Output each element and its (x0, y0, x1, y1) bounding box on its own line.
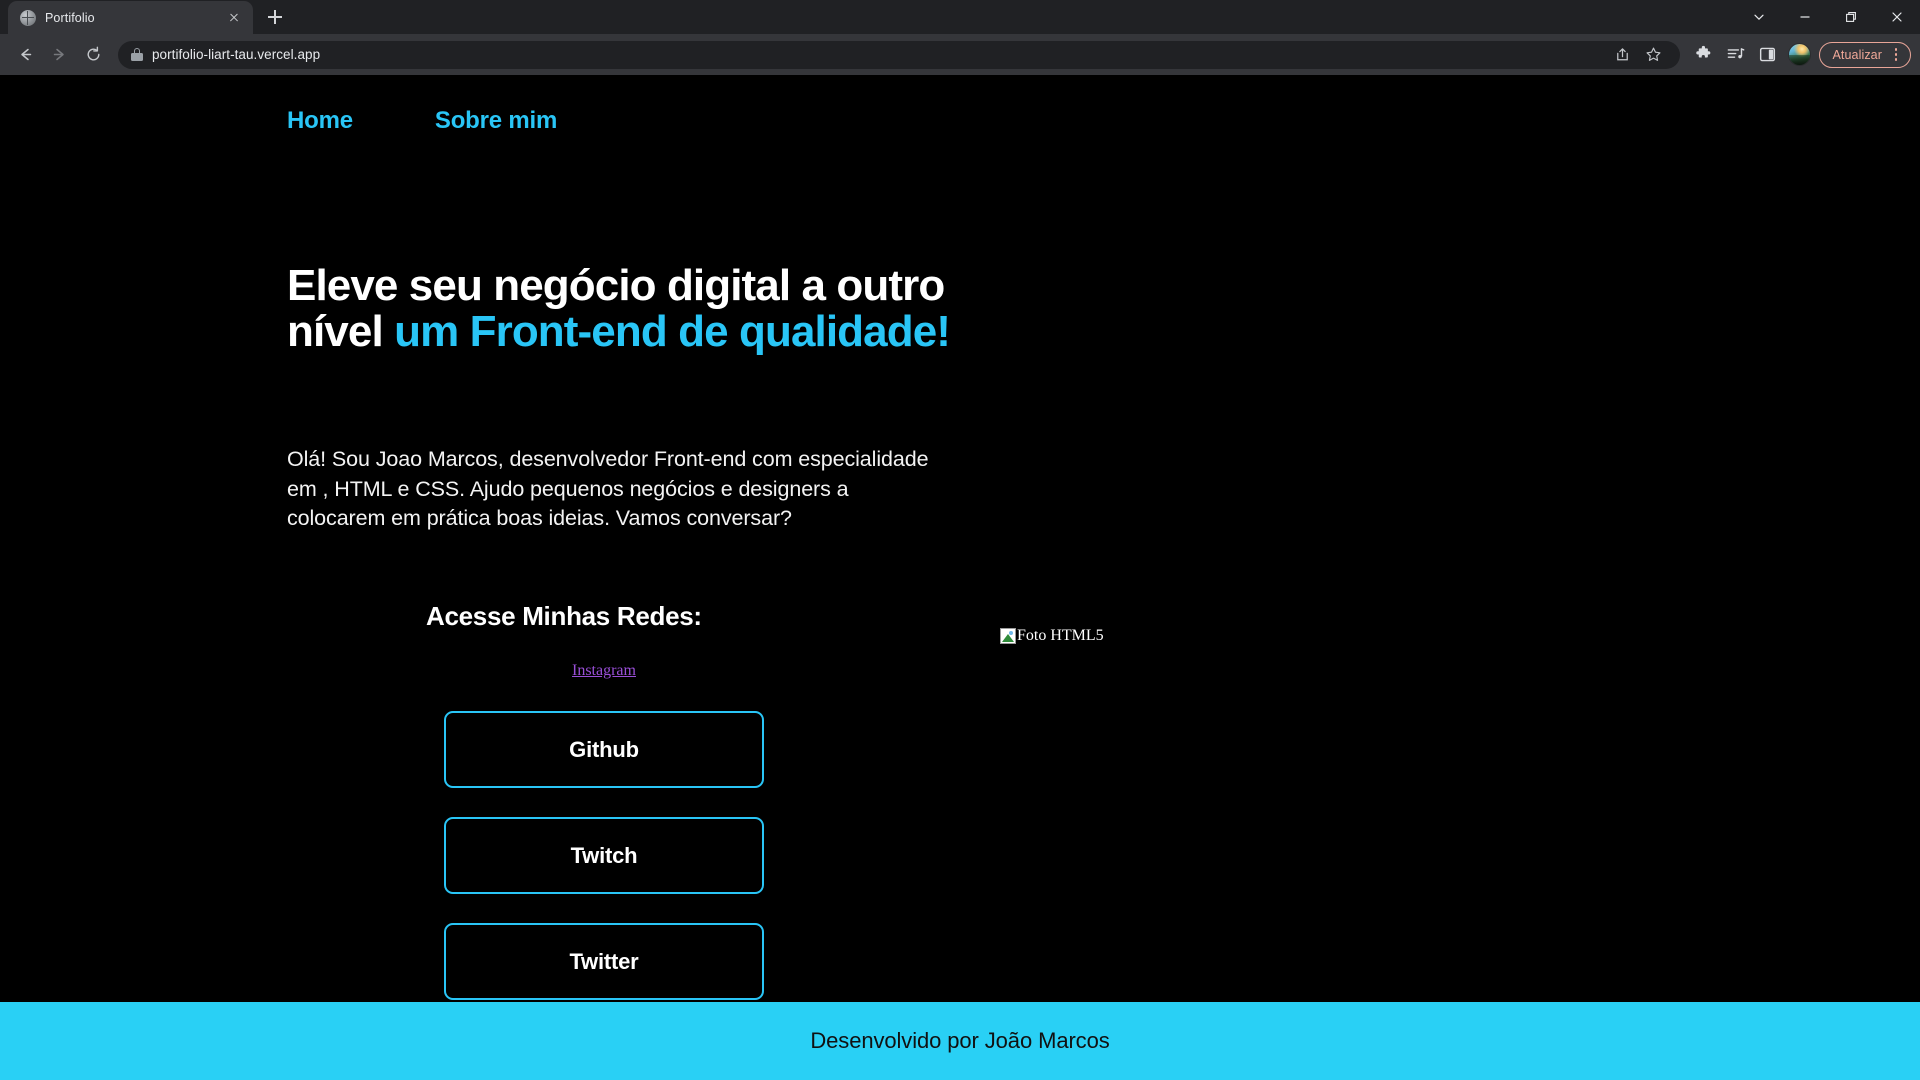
side-panel-icon[interactable] (1752, 40, 1782, 70)
update-label: Atualizar (1832, 47, 1882, 62)
heading-accent-text: um Front-end de qualidade! (394, 307, 951, 357)
omnibox-actions (1607, 40, 1670, 70)
back-arrow-icon[interactable] (9, 39, 41, 71)
kebab-menu-icon[interactable] (1886, 44, 1906, 66)
site-navigation: Home Sobre mim (287, 107, 557, 135)
new-tab-button[interactable] (261, 3, 289, 31)
github-button[interactable]: Github (444, 711, 764, 788)
share-icon[interactable] (1607, 40, 1637, 70)
close-icon[interactable] (1874, 0, 1920, 34)
footer-credit-text: Desenvolvido por João Marcos (810, 1028, 1110, 1053)
tab-strip: Portifolio (0, 0, 1920, 34)
social-section-heading: Acesse Minhas Redes: (426, 601, 702, 631)
browser-toolbar: portifolio-liart-tau.vercel.app Atualiza… (0, 34, 1920, 75)
minimize-icon[interactable] (1782, 0, 1828, 34)
social-button-group: Github Twitch Twitter (444, 711, 764, 1000)
broken-image-icon (1000, 628, 1016, 644)
hero-paragraph: Olá! Sou Joao Marcos, desenvolvedor Fron… (287, 447, 929, 531)
page-viewport: Home Sobre mim Eleve seu negócio digital… (0, 75, 1920, 1080)
broken-image-placeholder: Foto HTML5 (1000, 627, 1104, 645)
image-alt-text: Foto HTML5 (1017, 627, 1104, 644)
tab-title: Portifolio (45, 10, 95, 25)
nav-link-sobre-mim[interactable]: Sobre mim (435, 107, 557, 135)
chevron-down-icon[interactable] (1736, 0, 1782, 34)
twitter-button[interactable]: Twitter (444, 923, 764, 1000)
user-avatar[interactable] (1788, 43, 1812, 66)
star-icon[interactable] (1638, 40, 1668, 70)
update-button[interactable]: Atualizar (1819, 41, 1911, 68)
close-icon[interactable] (225, 9, 243, 27)
site-footer: Desenvolvido por João Marcos (0, 1002, 1920, 1080)
url-text: portifolio-liart-tau.vercel.app (152, 47, 321, 62)
address-bar[interactable]: portifolio-liart-tau.vercel.app (118, 40, 1681, 70)
window-controls (1736, 0, 1920, 34)
media-list-icon[interactable] (1720, 40, 1750, 70)
page-title: Eleve seu negócio digital a outro nível … (287, 262, 977, 357)
puzzle-icon[interactable] (1688, 40, 1718, 70)
restore-icon[interactable] (1828, 0, 1874, 34)
page-content: Home Sobre mim Eleve seu negócio digital… (0, 75, 1920, 1002)
lock-icon (131, 48, 143, 62)
forward-arrow-icon[interactable] (43, 39, 75, 71)
reload-icon[interactable] (77, 39, 109, 71)
globe-icon (20, 9, 36, 26)
twitch-button[interactable]: Twitch (444, 817, 764, 894)
nav-link-home[interactable]: Home (287, 107, 353, 135)
browser-window: Portifolio portifolio-liart-tau.vercel.a… (0, 0, 1920, 1080)
instagram-link[interactable]: Instagram (572, 662, 636, 680)
browser-tab[interactable]: Portifolio (8, 1, 253, 34)
